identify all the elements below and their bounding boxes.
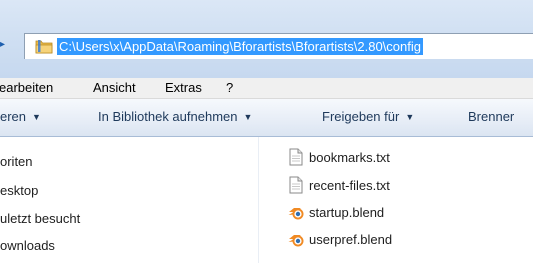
menu-view[interactable]: Ansicht <box>93 80 136 95</box>
chevron-down-icon: ▼ <box>405 112 415 122</box>
menu-bar: earbeiten Ansicht Extras ? <box>0 78 533 99</box>
chevron-down-icon: ▼ <box>243 112 253 122</box>
chevron-down-icon: ▼ <box>32 112 41 122</box>
burn-label: Brenner <box>468 109 515 124</box>
share-with-button[interactable]: Freigeben für ▼ <box>322 109 414 124</box>
file-list: bookmarks.txt recent-files.txt startup.b… <box>259 137 533 263</box>
file-name: startup.blend <box>309 205 385 220</box>
text-file-icon <box>289 148 303 166</box>
nav-item-recent-places[interactable]: uletzt besucht <box>0 211 80 226</box>
address-bar[interactable]: C:\Users\x\AppData\Roaming\Bforartists\B… <box>24 33 533 59</box>
file-name: recent-files.txt <box>309 178 390 193</box>
address-path-input[interactable]: C:\Users\x\AppData\Roaming\Bforartists\B… <box>57 38 423 55</box>
menu-help[interactable]: ? <box>226 80 233 95</box>
command-bar: eren ▼ In Bibliothek aufnehmen ▼ Freigeben… <box>0 99 533 137</box>
organize-label: eren <box>0 109 27 124</box>
nav-item-desktop[interactable]: esktop <box>0 183 38 198</box>
share-with-label: Freigeben für <box>322 109 400 124</box>
blend-file-icon <box>288 235 304 247</box>
file-name: bookmarks.txt <box>309 150 390 165</box>
navigation-pane: oriten esktop uletzt besucht ownloads <box>0 137 258 263</box>
file-name: userpref.blend <box>309 232 393 247</box>
nav-item-favorites[interactable]: oriten <box>0 154 33 169</box>
menu-edit[interactable]: earbeiten <box>0 80 53 95</box>
explorer-window: ▸ C:\Users\x\AppData\Roaming\Bforartists… <box>0 0 533 263</box>
address-bar-area: ▸ C:\Users\x\AppData\Roaming\Bforartists… <box>0 0 533 78</box>
add-to-library-button[interactable]: In Bibliothek aufnehmen ▼ <box>98 109 252 124</box>
blend-file-icon <box>288 208 304 220</box>
breadcrumb-arrow-icon[interactable]: ▸ <box>0 38 8 52</box>
nav-item-downloads[interactable]: ownloads <box>0 238 55 253</box>
folder-icon <box>35 40 53 54</box>
add-to-library-label: In Bibliothek aufnehmen <box>98 109 238 124</box>
text-file-icon <box>289 176 303 194</box>
menu-extras[interactable]: Extras <box>165 80 202 95</box>
organize-button[interactable]: eren ▼ <box>0 109 41 124</box>
burn-button[interactable]: Brenner <box>468 109 514 124</box>
